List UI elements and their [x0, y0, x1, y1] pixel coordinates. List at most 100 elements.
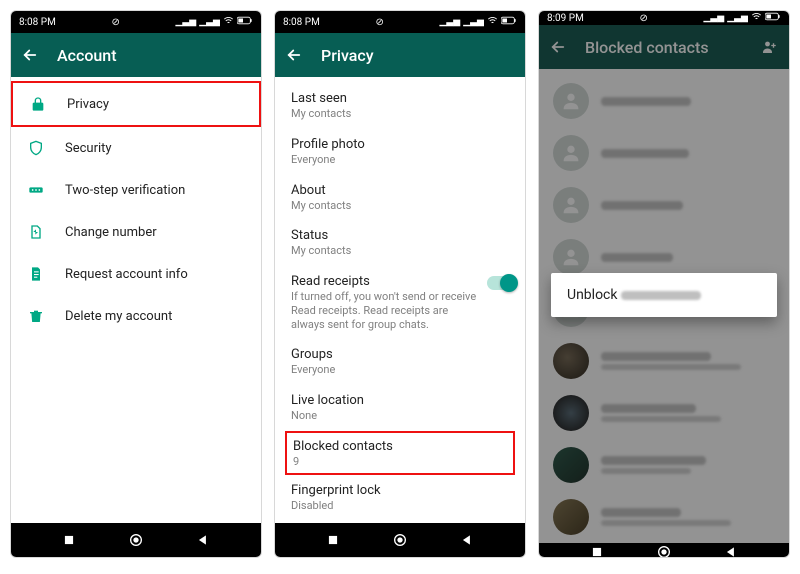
status-bar: 8:09 PM ⊘ ▁▃▅ ▁▃▅ — [539, 11, 789, 25]
setting-desc: If turned off, you won't send or receive… — [291, 290, 479, 331]
status-right: ▁▃▅ ▁▃▅ — [439, 15, 517, 29]
toggle-readreceipts[interactable] — [487, 276, 515, 290]
trash-icon — [27, 307, 45, 325]
setting-desc: My contacts — [291, 199, 509, 213]
contact-info — [601, 508, 775, 526]
setting-title: Profile photo — [291, 137, 509, 152]
wifi-icon — [487, 15, 498, 29]
contact-row[interactable] — [539, 491, 789, 543]
screen-blocked: 8:09 PM ⊘ ▁▃▅ ▁▃▅ Blocked contacts — [538, 10, 790, 558]
nav-back[interactable] — [194, 531, 212, 549]
avatar-placeholder-icon — [553, 135, 589, 171]
menu-item-delete[interactable]: Delete my account — [11, 295, 261, 337]
lock-icon — [29, 95, 47, 113]
signal-icon: ▁▃▅ — [463, 17, 484, 27]
screen-account: 8:08 PM ⊘ ▁▃▅ ▁▃▅ Account — [10, 10, 262, 558]
contact-row[interactable] — [539, 387, 789, 439]
avatar-placeholder-icon — [553, 239, 589, 275]
status-right: ▁▃▅ ▁▃▅ — [703, 11, 781, 25]
nav-bar — [539, 543, 789, 558]
dnd-icon: ⊘ — [375, 17, 383, 28]
setting-title: Last seen — [291, 91, 509, 106]
signal-icon: ▁▃▅ — [439, 17, 460, 27]
avatar — [553, 499, 589, 535]
wifi-icon — [223, 15, 234, 29]
nav-recent[interactable] — [324, 531, 342, 549]
contact-row[interactable] — [539, 179, 789, 231]
status-bar: 8:08 PM ⊘ ▁▃▅ ▁▃▅ — [11, 11, 261, 33]
setting-title: Blocked contacts — [293, 439, 507, 454]
nav-home[interactable] — [391, 531, 409, 549]
nav-recent[interactable] — [588, 543, 606, 558]
menu-label: Request account info — [65, 267, 188, 282]
signal-icon: ▁▃▅ — [727, 13, 748, 23]
contact-row[interactable] — [539, 127, 789, 179]
menu-item-security[interactable]: Security — [11, 127, 261, 169]
menu-item-twostep[interactable]: Two-step verification — [11, 169, 261, 211]
unblock-popup[interactable]: Unblock — [551, 273, 777, 317]
setting-title: Fingerprint lock — [291, 483, 509, 498]
setting-desc: None — [291, 409, 509, 423]
nav-recent[interactable] — [60, 531, 78, 549]
add-contact-button[interactable] — [759, 37, 779, 57]
nav-bar — [11, 523, 261, 557]
battery-icon — [501, 16, 517, 28]
setting-blockedcontacts[interactable]: Blocked contacts 9 — [285, 431, 515, 475]
contact-row[interactable] — [539, 439, 789, 491]
battery-icon — [765, 12, 781, 24]
setting-desc: Everyone — [291, 153, 509, 167]
menu-item-changenumber[interactable]: Change number — [11, 211, 261, 253]
setting-title: About — [291, 183, 509, 198]
nav-back[interactable] — [458, 531, 476, 549]
popup-contact-blur — [621, 291, 701, 300]
contact-info — [601, 253, 775, 262]
status-bar: 8:08 PM ⊘ ▁▃▅ ▁▃▅ — [275, 11, 525, 33]
page-title: Account — [57, 46, 251, 65]
battery-icon — [237, 16, 253, 28]
signal-icon: ▁▃▅ — [199, 17, 220, 27]
contact-info — [601, 97, 775, 106]
settings-list: Last seen My contacts Profile photo Ever… — [275, 77, 525, 520]
setting-desc: Everyone — [291, 363, 509, 377]
nav-back[interactable] — [722, 543, 740, 558]
contact-info — [601, 201, 775, 210]
header-account: Account — [11, 33, 261, 77]
avatar — [553, 395, 589, 431]
setting-desc: 9 — [293, 455, 507, 469]
nav-home[interactable] — [127, 531, 145, 549]
setting-fingerprint[interactable]: Fingerprint lock Disabled — [275, 475, 525, 521]
back-button[interactable] — [21, 46, 39, 64]
menu-label: Security — [65, 141, 112, 156]
screen-privacy: 8:08 PM ⊘ ▁▃▅ ▁▃▅ Privacy Last seen My c… — [274, 10, 526, 558]
contact-row[interactable] — [539, 75, 789, 127]
popup-label: Unblock — [567, 287, 617, 303]
account-content: Privacy Security Two-step verification — [11, 77, 261, 523]
setting-lastseen[interactable]: Last seen My contacts — [275, 83, 525, 129]
back-button[interactable] — [285, 46, 303, 64]
contact-row[interactable] — [539, 335, 789, 387]
contact-info — [601, 149, 775, 158]
setting-about[interactable]: About My contacts — [275, 175, 525, 221]
shield-icon — [27, 139, 45, 157]
menu-item-privacy[interactable]: Privacy — [11, 81, 261, 127]
menu-item-requestinfo[interactable]: Request account info — [11, 253, 261, 295]
setting-readreceipts[interactable]: Read receipts If turned off, you won't s… — [275, 266, 525, 339]
menu-label: Two-step verification — [65, 183, 185, 198]
status-right: ▁▃▅ ▁▃▅ — [175, 15, 253, 29]
header-blocked: Blocked contacts — [539, 25, 789, 69]
nav-home[interactable] — [655, 543, 673, 558]
setting-profilephoto[interactable]: Profile photo Everyone — [275, 129, 525, 175]
avatar-placeholder-icon — [553, 187, 589, 223]
setting-livelocation[interactable]: Live location None — [275, 385, 525, 431]
setting-groups[interactable]: Groups Everyone — [275, 339, 525, 385]
setting-desc: My contacts — [291, 244, 509, 258]
back-button[interactable] — [549, 38, 567, 56]
setting-desc: Disabled — [291, 499, 509, 513]
menu-label: Change number — [65, 225, 157, 240]
dots-icon — [27, 181, 45, 199]
contact-info — [601, 456, 775, 474]
wifi-icon — [751, 11, 762, 25]
dnd-icon: ⊘ — [639, 13, 647, 24]
setting-status[interactable]: Status My contacts — [275, 220, 525, 266]
menu-label: Privacy — [67, 97, 109, 112]
